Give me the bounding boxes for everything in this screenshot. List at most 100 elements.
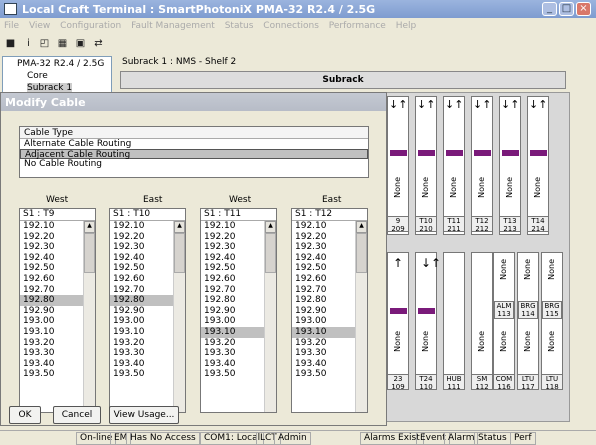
scroll-up-icon[interactable]: ▲: [174, 221, 185, 233]
wavelength-row[interactable]: 193.40: [292, 359, 356, 370]
wavelength-row[interactable]: 192.30: [110, 242, 174, 253]
wavelength-row[interactable]: 192.70: [110, 285, 174, 296]
wavelength-row[interactable]: 192.60: [292, 274, 356, 285]
wavelength-list-t11[interactable]: S1 : T11 192.10 192.20 192.30 192.40 192.50 19…: [200, 208, 277, 413]
wavelength-row[interactable]: 192.90: [201, 306, 265, 317]
wavelength-row[interactable]: 193.10: [20, 327, 84, 338]
scroll-thumb[interactable]: [174, 233, 185, 273]
wavelength-row[interactable]: 192.20: [20, 232, 84, 243]
wavelength-row[interactable]: 193.10: [201, 326, 265, 338]
wavelength-row[interactable]: 192.40: [20, 253, 84, 264]
scroll-up-icon[interactable]: ▲: [265, 221, 276, 233]
wavelength-row[interactable]: 192.20: [201, 232, 265, 243]
wavelength-row[interactable]: 192.80: [110, 295, 174, 306]
menu-fault-management[interactable]: Fault Management: [131, 21, 215, 31]
wavelength-row[interactable]: 193.50: [201, 369, 265, 380]
wavelength-row[interactable]: 192.30: [292, 242, 356, 253]
wavelength-row[interactable]: 193.30: [110, 348, 174, 359]
card-slot[interactable]: None BRG 115 None: [541, 252, 563, 382]
card-slot[interactable]: None ALM 113 None: [493, 252, 515, 382]
ok-button[interactable]: OK: [9, 406, 41, 424]
wavelength-list-t12[interactable]: S1 : T12 192.10 192.20 192.30 192.40 192.50 19…: [291, 208, 368, 413]
wavelength-row[interactable]: 192.50: [20, 263, 84, 274]
wavelength-row[interactable]: 193.50: [20, 369, 84, 380]
wavelength-row[interactable]: 192.20: [110, 232, 174, 243]
menu-help[interactable]: Help: [396, 21, 417, 31]
cable-option-adjacent[interactable]: Adjacent Cable Routing: [20, 149, 368, 160]
cable-option-none[interactable]: No Cable Routing: [20, 159, 368, 169]
close-button[interactable]: ×: [576, 2, 591, 16]
wavelength-row[interactable]: 192.60: [201, 274, 265, 285]
wavelength-row[interactable]: 192.90: [20, 306, 84, 317]
wavelength-row[interactable]: 192.50: [292, 263, 356, 274]
scroll-thumb[interactable]: [356, 233, 367, 273]
wavelength-row[interactable]: 193.10: [110, 327, 174, 338]
scrollbar[interactable]: ▲: [83, 221, 95, 412]
wavelength-row[interactable]: 193.40: [110, 359, 174, 370]
scrollbar[interactable]: ▲: [173, 221, 185, 412]
menu-configuration[interactable]: Configuration: [60, 21, 121, 31]
connect-icon[interactable]: ⇄: [92, 37, 105, 50]
wavelength-row[interactable]: 192.10: [201, 221, 265, 232]
wavelength-row[interactable]: 193.10: [292, 326, 356, 338]
wavelength-row[interactable]: 192.60: [110, 274, 174, 285]
wavelength-row[interactable]: 192.80: [201, 295, 265, 306]
wavelength-row[interactable]: 192.40: [292, 253, 356, 264]
card-slot[interactable]: ↓↑ None: [471, 96, 493, 235]
wavelength-row[interactable]: 193.30: [201, 348, 265, 359]
scroll-thumb[interactable]: [265, 233, 276, 273]
wavelength-row[interactable]: 193.20: [110, 338, 174, 349]
find-icon[interactable]: ◰: [38, 37, 51, 50]
wavelength-row[interactable]: 192.30: [20, 242, 84, 253]
tree-core[interactable]: Core: [27, 71, 48, 81]
wavelength-row[interactable]: 192.90: [110, 306, 174, 317]
maximize-button[interactable]: □: [559, 2, 574, 16]
card-slot[interactable]: None BRG 114 None: [517, 252, 539, 382]
card-slot[interactable]: ↓↑ None: [415, 252, 441, 382]
tree-root[interactable]: PMA-32 R2.4 / 2.5G: [17, 59, 104, 69]
wavelength-row[interactable]: 192.40: [110, 253, 174, 264]
info-icon[interactable]: i: [22, 37, 35, 50]
scroll-up-icon[interactable]: ▲: [84, 221, 95, 233]
wavelength-row[interactable]: 193.40: [201, 359, 265, 370]
view-usage-button[interactable]: View Usage...: [109, 406, 179, 424]
wavelength-row[interactable]: 192.20: [292, 232, 356, 243]
wavelength-row[interactable]: 193.30: [20, 348, 84, 359]
card-slot[interactable]: [443, 252, 465, 382]
wavelength-row[interactable]: 193.50: [292, 369, 356, 380]
wavelength-row[interactable]: 192.70: [201, 285, 265, 296]
minimize-button[interactable]: _: [542, 2, 557, 16]
wavelength-row[interactable]: 192.50: [110, 263, 174, 274]
card-slot[interactable]: ↑ None: [387, 252, 409, 382]
wavelength-row[interactable]: 193.50: [110, 369, 174, 380]
menu-view[interactable]: View: [29, 21, 50, 31]
menu-status[interactable]: Status: [225, 21, 254, 31]
wavelength-list-t10[interactable]: S1 : T10 192.10 192.20 192.30 192.40 192.50 19…: [109, 208, 186, 413]
wavelength-row[interactable]: 193.20: [201, 338, 265, 349]
menu-connections[interactable]: Connections: [263, 21, 319, 31]
wavelength-row[interactable]: 192.10: [292, 221, 356, 232]
card-slot[interactable]: ↓↑ None: [499, 96, 521, 235]
status-perf[interactable]: Perf: [510, 432, 536, 445]
cancel-button[interactable]: Cancel: [53, 406, 101, 424]
wavelength-row[interactable]: 192.40: [201, 253, 265, 264]
scroll-thumb[interactable]: [84, 233, 95, 273]
scrollbar[interactable]: ▲: [264, 221, 276, 412]
wavelength-row[interactable]: 192.80: [292, 295, 356, 306]
save-icon[interactable]: ■: [4, 37, 17, 50]
card-slot[interactable]: ↓↑ None: [415, 96, 437, 235]
wavelength-row[interactable]: 192.90: [292, 306, 356, 317]
wavelength-row[interactable]: 192.60: [20, 274, 84, 285]
cable-option-alternate[interactable]: Alternate Cable Routing: [20, 139, 368, 149]
wavelength-row[interactable]: 192.70: [20, 285, 84, 296]
wavelength-row[interactable]: 193.00: [20, 316, 84, 327]
menu-file[interactable]: File: [4, 21, 19, 31]
wavelength-row[interactable]: 193.00: [110, 316, 174, 327]
status-status[interactable]: Status: [474, 432, 511, 445]
menu-performance[interactable]: Performance: [329, 21, 386, 31]
grid-icon[interactable]: ▣: [74, 37, 87, 50]
card-slot[interactable]: ↓↑ None: [443, 96, 465, 235]
wavelength-row[interactable]: 193.20: [292, 338, 356, 349]
wavelength-row[interactable]: 192.70: [292, 285, 356, 296]
wavelength-row[interactable]: 193.00: [292, 316, 356, 327]
